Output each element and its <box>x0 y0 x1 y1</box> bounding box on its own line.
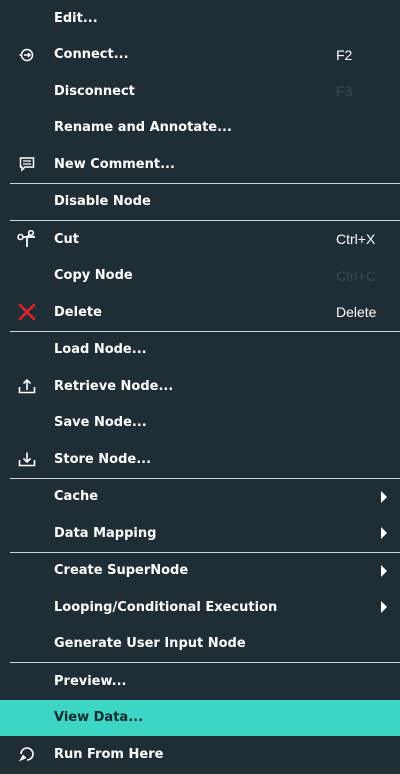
menu-item-retrieve-node[interactable]: Retrieve Node... <box>0 368 400 405</box>
submenu-arrow-icon <box>381 564 387 577</box>
shortcut-text: Ctrl+X <box>336 231 376 248</box>
menu-item-label: Store Node... <box>54 451 152 467</box>
menu-item-load-node[interactable]: Load Node... <box>0 332 400 369</box>
menu-item-store-node[interactable]: Store Node... <box>0 441 400 478</box>
menu-item-run-from-here[interactable]: Run From Here <box>0 736 400 773</box>
shortcut-text: F3 <box>336 83 353 100</box>
menu-item-label: View Data... <box>54 710 144 726</box>
menu-item-label: Run From Here <box>54 746 164 762</box>
menu-item-rename-annotate[interactable]: Rename and Annotate... <box>0 110 400 147</box>
scissors-icon <box>0 221 54 257</box>
run-from-here-icon <box>0 736 54 772</box>
menu-item-create-supernode[interactable]: Create SuperNode <box>0 553 400 590</box>
store-icon <box>0 441 54 477</box>
menu-item-label: Disable Node <box>54 194 151 210</box>
menu-item-edit[interactable]: Edit... <box>0 0 400 37</box>
connect-icon <box>0 37 54 73</box>
menu-item-label: Create SuperNode <box>54 563 189 579</box>
menu-item-view-data[interactable]: View Data... <box>0 699 400 736</box>
menu-item-label: Load Node... <box>54 342 147 358</box>
menu-item-disable-node[interactable]: Disable Node <box>0 184 400 221</box>
menu-item-save-node[interactable]: Save Node... <box>0 405 400 442</box>
menu-item-label: Rename and Annotate... <box>54 120 232 136</box>
menu-item-looping-conditional[interactable]: Looping/Conditional Execution <box>0 589 400 626</box>
menu-item-label: Preview... <box>54 673 127 689</box>
menu-item-copy-node[interactable]: Copy Node Ctrl+C <box>0 258 400 295</box>
comment-icon <box>0 146 54 182</box>
submenu-arrow-icon <box>381 601 387 614</box>
menu-item-label: Data Mapping <box>54 525 157 541</box>
menu-item-cache[interactable]: Cache <box>0 479 400 516</box>
menu-item-generate-user-input-node[interactable]: Generate User Input Node <box>0 626 400 663</box>
delete-x-icon <box>0 294 54 330</box>
menu-item-data-mapping[interactable]: Data Mapping <box>0 515 400 552</box>
menu-item-label: Edit... <box>54 10 98 26</box>
menu-item-delete[interactable]: Delete Delete <box>0 294 400 331</box>
menu-item-label: Generate User Input Node <box>54 636 246 652</box>
shortcut-text: Ctrl+C <box>336 267 377 284</box>
menu-item-label: Retrieve Node... <box>54 378 174 394</box>
submenu-arrow-icon <box>381 490 387 503</box>
menu-item-label: Save Node... <box>54 415 147 431</box>
menu-item-preview[interactable]: Preview... <box>0 663 400 700</box>
shortcut-text: F2 <box>336 46 353 63</box>
submenu-arrow-icon <box>381 527 387 540</box>
shortcut-text: Delete <box>336 304 377 321</box>
menu-item-label: Cache <box>54 489 99 505</box>
menu-item-connect[interactable]: Connect... F2 <box>0 37 400 74</box>
context-menu: Edit... Connect... F2 Disconnect F3 Rena… <box>0 0 400 774</box>
menu-item-new-comment[interactable]: New Comment... <box>0 146 400 183</box>
menu-item-label: Looping/Conditional Execution <box>54 599 278 615</box>
menu-item-cut[interactable]: Cut Ctrl+X <box>0 221 400 258</box>
retrieve-icon <box>0 368 54 404</box>
menu-item-label: New Comment... <box>54 156 175 172</box>
menu-item-disconnect[interactable]: Disconnect F3 <box>0 73 400 110</box>
